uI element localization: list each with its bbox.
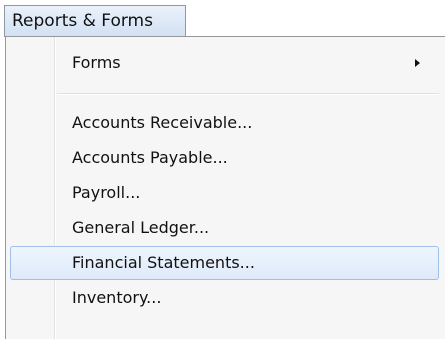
menu-item-label: Financial Statements... <box>72 253 255 272</box>
menu-item-label: Inventory... <box>72 288 162 307</box>
menu-item-inventory[interactable]: Inventory... <box>10 281 439 315</box>
menu-item-label: Forms <box>72 53 121 72</box>
menu-item-forms[interactable]: Forms <box>10 46 439 80</box>
menu-separator <box>57 93 439 95</box>
menu-item-payroll[interactable]: Payroll... <box>10 176 439 210</box>
submenu-arrow-icon <box>415 59 420 67</box>
menu-item-general-ledger[interactable]: General Ledger... <box>10 211 439 245</box>
menu-item-accounts-payable[interactable]: Accounts Payable... <box>10 141 439 175</box>
menu-item-label: Accounts Payable... <box>72 148 228 167</box>
menu-item-label: Accounts Receivable... <box>72 113 253 132</box>
screen: Reports & Forms Forms Accounts Receivabl… <box>0 0 445 339</box>
menu-item-financial-statements[interactable]: Financial Statements... <box>10 246 439 280</box>
dropdown-menu: Forms Accounts Receivable... Accounts Pa… <box>5 36 445 339</box>
menu-item-label: General Ledger... <box>72 218 210 237</box>
menu-reports-and-forms[interactable]: Reports & Forms <box>4 5 186 37</box>
menu-item-label: Payroll... <box>72 183 141 202</box>
menu-title: Reports & Forms <box>12 11 153 31</box>
menu-item-accounts-receivable[interactable]: Accounts Receivable... <box>10 106 439 140</box>
